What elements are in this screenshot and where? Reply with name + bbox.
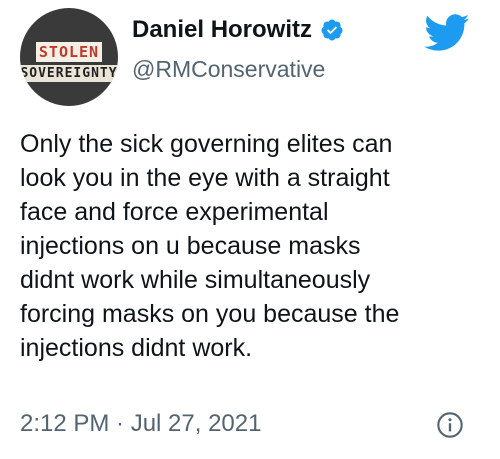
- author-name-row: Daniel Horowitz: [132, 16, 344, 44]
- author-handle[interactable]: @RMConservative: [132, 56, 325, 83]
- avatar[interactable]: STOLEN SOVEREIGNTY: [20, 8, 118, 106]
- verified-badge-icon: [321, 19, 343, 41]
- tweet-timestamp[interactable]: 2:12 PM · Jul 27, 2021: [20, 410, 261, 438]
- tweet-text: Only the sick governing elites can look …: [20, 130, 400, 362]
- avatar-logo-text: STOLEN: [35, 42, 103, 62]
- info-icon[interactable]: [436, 411, 464, 439]
- avatar-logo-subtext: SOVEREIGNTY: [20, 65, 118, 82]
- author-display-name[interactable]: Daniel Horowitz: [132, 16, 312, 44]
- twitter-bird-icon[interactable]: [424, 14, 470, 52]
